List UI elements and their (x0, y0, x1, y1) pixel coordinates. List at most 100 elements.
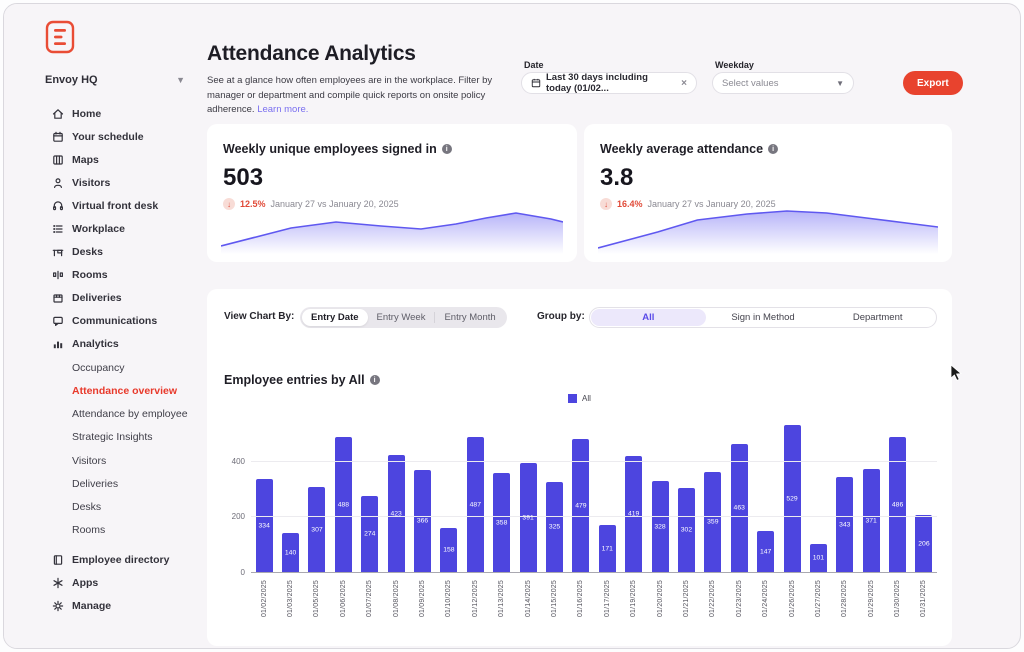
chart-bars: 334 140 307 488 274 423 366 158 487 358 391 325 479 1… (251, 422, 937, 572)
bar-01-28-2025[interactable]: 343 (836, 477, 853, 572)
clear-date-icon[interactable]: × (681, 78, 687, 89)
bar-01-20-2025[interactable]: 328 (652, 481, 669, 572)
bar-01-07-2025[interactable]: 274 (361, 496, 378, 572)
x-axis-tick: 01/13/2025 (489, 580, 515, 617)
bar-column: 101 (805, 422, 831, 572)
sidebar-item-virtual-front-desk[interactable]: Virtual front desk (4, 194, 199, 217)
info-icon[interactable]: i (370, 375, 380, 385)
bar-01-10-2025[interactable]: 158 (440, 528, 457, 572)
x-axis-tick-label: 01/08/2025 (393, 580, 400, 617)
sidebar-item-rooms[interactable]: Rooms (4, 519, 199, 542)
stat-card-average-attendance: Weekly average attendancei 3.8 ↓ 16.4% J… (584, 124, 952, 262)
bar-01-02-2025[interactable]: 334 (256, 479, 273, 572)
sidebar-item-visitors[interactable]: Visitors (4, 450, 199, 473)
sidebar-item-label: Apps (72, 577, 98, 589)
bar-01-22-2025[interactable]: 359 (704, 472, 721, 572)
sidebar-item-deliveries[interactable]: Deliveries (4, 286, 199, 309)
sidebar-item-occupancy[interactable]: Occupancy (4, 357, 199, 380)
chart-title-text: Employee entries by All (224, 373, 365, 387)
map-icon (51, 153, 64, 166)
sidebar-item-analytics[interactable]: Analytics (4, 332, 199, 355)
x-axis-tick-label: 01/24/2025 (762, 580, 769, 617)
date-filter[interactable]: Last 30 days including today (01/02... × (521, 72, 697, 94)
sidebar-item-workplace[interactable]: Workplace (4, 217, 199, 240)
view-option-entry-month[interactable]: Entry Month (435, 309, 504, 326)
bar-01-16-2025[interactable]: 479 (572, 439, 589, 572)
y-axis-tick: 200 (221, 512, 245, 521)
sidebar-item-your-schedule[interactable]: Your schedule (4, 125, 199, 148)
gear-icon (51, 599, 64, 612)
sidebar-item-maps[interactable]: Maps (4, 148, 199, 171)
sidebar-item-rooms[interactable]: Rooms (4, 263, 199, 286)
bar-value-label: 371 (863, 517, 880, 524)
weekday-filter-label: Weekday (715, 60, 754, 70)
view-option-entry-date[interactable]: Entry Date (302, 309, 368, 326)
bar-01-29-2025[interactable]: 371 (863, 469, 880, 572)
x-axis-tick: 01/16/2025 (568, 580, 594, 617)
group-option-all[interactable]: All (591, 309, 706, 326)
sidebar-item-desks[interactable]: Desks (4, 496, 199, 519)
bar-01-19-2025[interactable]: 419 (625, 456, 642, 572)
stat-card-unique-employees: Weekly unique employees signed ini 503 ↓… (207, 124, 577, 262)
bar-01-05-2025[interactable]: 307 (308, 487, 325, 572)
bar-column: 479 (568, 422, 594, 572)
bar-01-31-2025[interactable]: 206 (915, 515, 932, 572)
x-axis-tick: 01/22/2025 (700, 580, 726, 617)
org-switcher[interactable]: Envoy HQ ▼ (45, 74, 185, 86)
envoy-logo-icon[interactable] (45, 20, 75, 54)
bar-value-label: 359 (704, 519, 721, 526)
x-axis-tick-label: 01/14/2025 (525, 580, 532, 617)
calendar-icon (531, 78, 541, 88)
group-option-department[interactable]: Department (820, 309, 935, 326)
bar-01-26-2025[interactable]: 529 (784, 425, 801, 572)
weekday-filter[interactable]: Select values ▼ (712, 72, 854, 94)
bar-column: 488 (330, 422, 356, 572)
bar-01-30-2025[interactable]: 486 (889, 437, 906, 572)
bar-01-17-2025[interactable]: 171 (599, 525, 616, 572)
info-icon[interactable]: i (768, 144, 778, 154)
bar-01-12-2025[interactable]: 487 (467, 437, 484, 572)
sidebar-item-apps[interactable]: Apps (4, 571, 199, 594)
sidebar-item-communications[interactable]: Communications (4, 309, 199, 332)
bar-01-21-2025[interactable]: 302 (678, 488, 695, 572)
bar-01-13-2025[interactable]: 358 (493, 473, 510, 572)
sidebar-item-visitors[interactable]: Visitors (4, 171, 199, 194)
bar-01-09-2025[interactable]: 366 (414, 470, 431, 572)
bar-01-08-2025[interactable]: 423 (388, 455, 405, 572)
sidebar-item-label: Desks (72, 246, 103, 258)
info-icon[interactable]: i (442, 144, 452, 154)
group-by-label: Group by: (537, 311, 585, 322)
bar-01-15-2025[interactable]: 325 (546, 482, 563, 572)
bar-01-03-2025[interactable]: 140 (282, 533, 299, 572)
bar-column: 307 (304, 422, 330, 572)
bar-value-label: 206 (915, 540, 932, 547)
sidebar-item-home[interactable]: Home (4, 102, 199, 125)
sidebar-item-manage[interactable]: Manage (4, 594, 199, 617)
learn-more-link[interactable]: Learn more. (257, 104, 308, 115)
main-content: Attendance Analytics See at a glance how… (199, 4, 1020, 648)
sidebar-item-strategic-insights[interactable]: Strategic Insights (4, 426, 199, 449)
x-axis-tick-label: 01/21/2025 (683, 580, 690, 617)
x-axis-tick: 01/31/2025 (911, 580, 937, 617)
bar-01-14-2025[interactable]: 391 (520, 463, 537, 572)
sidebar-item-attendance-overview[interactable]: Attendance overview (4, 380, 199, 403)
sidebar-item-desks[interactable]: Desks (4, 240, 199, 263)
sidebar-item-attendance-by-employee[interactable]: Attendance by employee (4, 403, 199, 426)
bar-column: 140 (277, 422, 303, 572)
date-filter-label: Date (524, 60, 544, 70)
org-name: Envoy HQ (45, 74, 176, 86)
x-axis-tick: 01/03/2025 (277, 580, 303, 617)
x-axis-tick-label: 01/07/2025 (366, 580, 373, 617)
bar-01-06-2025[interactable]: 488 (335, 437, 352, 572)
chart-title: Employee entries by All i (224, 373, 380, 387)
view-option-entry-week[interactable]: Entry Week (368, 309, 435, 326)
sidebar-item-employee-directory[interactable]: Employee directory (4, 548, 199, 571)
sidebar-item-deliveries[interactable]: Deliveries (4, 473, 199, 496)
bar-value-label: 366 (414, 518, 431, 525)
bar-01-27-2025[interactable]: 101 (810, 544, 827, 572)
group-option-sign-in-method[interactable]: Sign in Method (706, 309, 821, 326)
bar-value-label: 325 (546, 524, 563, 531)
bar-01-23-2025[interactable]: 463 (731, 444, 748, 572)
export-button[interactable]: Export (903, 71, 963, 95)
bar-01-24-2025[interactable]: 147 (757, 531, 774, 572)
